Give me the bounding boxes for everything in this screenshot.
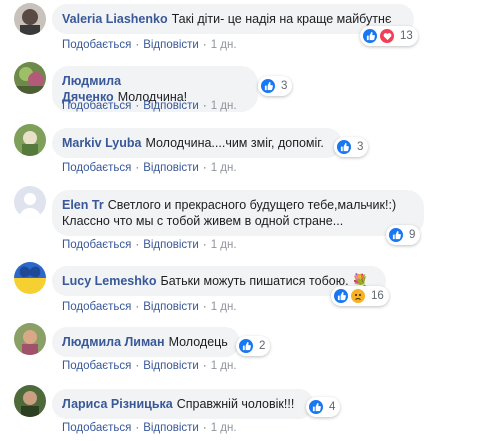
comment-time[interactable]: 1 дн. xyxy=(211,301,237,313)
reply-link[interactable]: Відповісти xyxy=(143,162,199,174)
reactions-summary[interactable]: 9 xyxy=(386,225,421,245)
reactions-summary[interactable]: 13 xyxy=(360,26,418,46)
reactions-summary[interactable]: 16 xyxy=(331,286,389,306)
reaction-count: 3 xyxy=(281,80,288,92)
avatar[interactable] xyxy=(14,3,46,35)
comment-author[interactable]: Elen Tr xyxy=(62,198,104,212)
reply-link[interactable]: Відповісти xyxy=(143,422,199,434)
reaction-count: 2 xyxy=(259,340,266,352)
like-reaction-icon xyxy=(388,227,404,243)
user-photo-icon xyxy=(14,124,46,156)
like-reaction-icon xyxy=(238,338,254,354)
comment-text: Молодчина....чим зміг, допомiг. xyxy=(145,136,324,150)
reaction-count: 13 xyxy=(400,30,413,42)
reaction-count: 4 xyxy=(329,401,336,413)
comment-time[interactable]: 1 дн. xyxy=(211,39,237,51)
comment-text: Молодець xyxy=(168,335,228,349)
reply-link[interactable]: Відповісти xyxy=(143,301,199,313)
reaction-count: 3 xyxy=(357,141,364,153)
love-reaction-icon xyxy=(379,28,395,44)
avatar[interactable] xyxy=(14,124,46,156)
comment-text: Такі діти- це надія на краще майбутнє xyxy=(171,12,392,26)
comment-actions: Подобається · Відповісти · 1 дн. xyxy=(62,39,237,51)
comment-bubble: Valeria Liashenko Такі діти- це надія на … xyxy=(52,4,414,34)
user-photo-icon xyxy=(14,323,46,355)
avatar[interactable] xyxy=(14,186,46,218)
comment-author[interactable]: Valeria Liashenko xyxy=(62,12,168,26)
like-reaction-icon xyxy=(260,78,276,94)
comment-actions: Подобається · Відповісти · 1 дн. xyxy=(62,239,237,251)
comment-actions: Подобається · Відповісти · 1 дн. xyxy=(62,422,237,434)
comment-actions: Подобається · Відповісти · 1 дн. xyxy=(62,301,237,313)
reaction-count: 16 xyxy=(371,290,384,302)
like-reaction-icon xyxy=(336,139,352,155)
comment-author[interactable]: Lucy Lemeshko xyxy=(62,274,156,288)
reactions-summary[interactable]: 3 xyxy=(258,76,293,96)
like-link[interactable]: Подобається xyxy=(62,422,131,434)
comment-time[interactable]: 1 дн. xyxy=(211,360,237,372)
avatar[interactable] xyxy=(14,385,46,417)
comment-author[interactable]: Людмила Лиман xyxy=(62,335,165,349)
comment-actions: Подобається · Відповісти · 1 дн. xyxy=(62,360,237,372)
comment-text: Батьки можуть пишатися тобою. xyxy=(160,274,349,288)
comment-time[interactable]: 1 дн. xyxy=(211,422,237,434)
comment-time[interactable]: 1 дн. xyxy=(211,162,237,174)
reactions-summary[interactable]: 4 xyxy=(306,397,341,417)
like-link[interactable]: Подобається xyxy=(62,360,131,372)
reactions-summary[interactable]: 2 xyxy=(236,336,271,356)
like-link[interactable]: Подобається xyxy=(62,301,131,313)
avatar[interactable] xyxy=(14,62,46,94)
avatar[interactable] xyxy=(14,323,46,355)
user-photo-icon xyxy=(14,385,46,417)
like-reaction-icon xyxy=(362,28,378,44)
comment-text: Справжній чоловік!!! xyxy=(176,397,295,411)
comment-bubble: Elen Tr Светлого и прекрасного будущего т… xyxy=(52,190,424,236)
like-link[interactable]: Подобається xyxy=(62,162,131,174)
reaction-count: 9 xyxy=(409,229,416,241)
comment-actions: Подобається · Відповісти · 1 дн. xyxy=(62,100,237,112)
avatar[interactable] xyxy=(14,262,46,294)
like-reaction-icon xyxy=(333,288,349,304)
reply-link[interactable]: Відповісти xyxy=(143,239,199,251)
comment-author[interactable]: Лариса Різницька xyxy=(62,397,173,411)
ukraine-flag-butterfly-icon xyxy=(14,262,46,294)
like-link[interactable]: Подобається xyxy=(62,39,131,51)
comment-actions: Подобається · Відповісти · 1 дн. xyxy=(62,162,237,174)
user-photo-icon xyxy=(14,3,46,35)
comment-time[interactable]: 1 дн. xyxy=(211,239,237,251)
comment-bubble: Людмила Лиман Молодець xyxy=(52,327,240,357)
user-photo-icon xyxy=(14,62,46,94)
reactions-summary[interactable]: 3 xyxy=(334,137,369,157)
like-reaction-icon xyxy=(308,399,324,415)
reply-link[interactable]: Відповісти xyxy=(143,100,199,112)
comment-author[interactable]: Markiv Lyuba xyxy=(62,136,141,150)
comment-text: Светлого и прекрасного будущего тебе,мал… xyxy=(62,198,397,228)
default-avatar-icon xyxy=(14,186,46,218)
comment-time[interactable]: 1 дн. xyxy=(211,100,237,112)
like-link[interactable]: Подобається xyxy=(62,239,131,251)
like-link[interactable]: Подобається xyxy=(62,100,131,112)
reply-link[interactable]: Відповісти xyxy=(143,360,199,372)
reply-link[interactable]: Відповісти xyxy=(143,39,199,51)
sad-reaction-icon xyxy=(350,288,366,304)
comment-bubble: Markiv Lyuba Молодчина....чим зміг, допом… xyxy=(52,128,342,158)
comment-bubble: Лариса Різницька Справжній чоловік!!! xyxy=(52,389,314,419)
